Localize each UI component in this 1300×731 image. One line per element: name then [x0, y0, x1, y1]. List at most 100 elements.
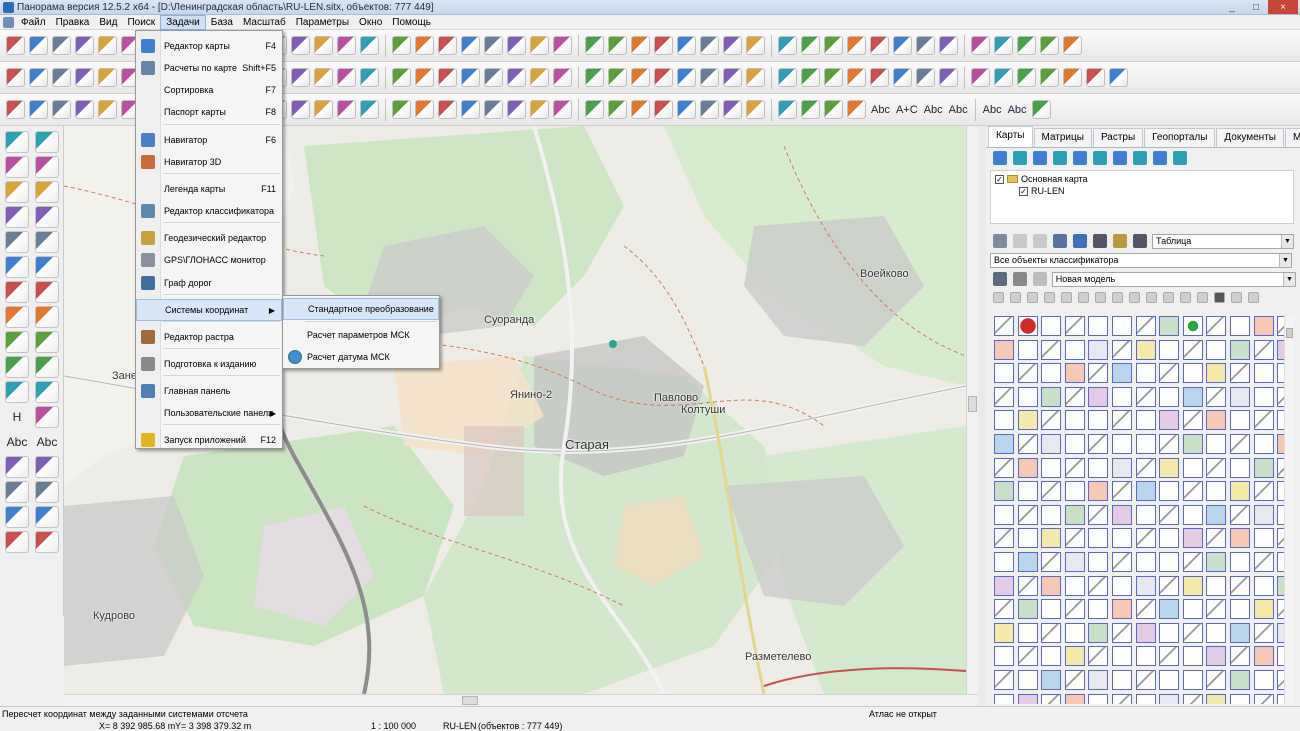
classifier-symbol[interactable] — [1253, 386, 1274, 407]
shape-tool-icon[interactable] — [778, 100, 797, 119]
classifier-symbol[interactable] — [1206, 481, 1227, 502]
main-tool-icon[interactable] — [677, 36, 696, 55]
tasks-menu-item[interactable]: Редактор классификатора — [136, 200, 282, 222]
classifier-symbol[interactable] — [1182, 339, 1203, 360]
classifier-symbol[interactable] — [1135, 575, 1156, 596]
left-tool-icon[interactable] — [5, 331, 29, 353]
menu-view[interactable]: Вид — [94, 15, 122, 30]
menu-help[interactable]: Помощь — [387, 15, 436, 30]
classifier-symbol[interactable] — [1017, 670, 1038, 690]
left-tool-icon[interactable] — [5, 306, 29, 328]
classifier-symbol[interactable] — [1135, 504, 1156, 525]
filter-icon[interactable] — [1013, 234, 1027, 248]
classifier-symbol[interactable] — [1041, 528, 1062, 549]
main-tool-icon[interactable] — [870, 36, 889, 55]
edit-tool-icon[interactable] — [553, 68, 572, 87]
main-tool-icon[interactable] — [98, 36, 117, 55]
menu-edit[interactable]: Правка — [51, 15, 95, 30]
left-tool-icon[interactable] — [35, 281, 59, 303]
classifier-symbol[interactable] — [1112, 504, 1132, 525]
classifier-symbol[interactable] — [1088, 575, 1109, 596]
classifier-symbol[interactable] — [994, 481, 1014, 502]
classifier-symbol[interactable] — [994, 552, 1014, 572]
shape-filter-icon[interactable] — [1248, 291, 1259, 303]
tasks-menu-item[interactable]: Редактор растра — [136, 326, 282, 348]
shape-tool-icon[interactable] — [337, 100, 356, 119]
panel-tool-icon[interactable] — [1153, 151, 1167, 165]
copy-icon[interactable] — [1053, 234, 1067, 248]
shape-tool-icon[interactable] — [52, 100, 71, 119]
layers-icon[interactable] — [993, 234, 1007, 248]
shape-filter-icon[interactable] — [1078, 291, 1089, 303]
panel-tool-icon[interactable] — [1113, 151, 1127, 165]
shape-text-tool[interactable]: Abc — [983, 104, 1002, 116]
shape-tool-icon[interactable] — [723, 100, 742, 119]
edit-tool-icon[interactable] — [700, 68, 719, 87]
edit-tool-icon[interactable] — [530, 68, 549, 87]
left-tool-icon[interactable] — [5, 281, 29, 303]
left-tool-icon[interactable] — [5, 181, 29, 203]
shape-tool-icon[interactable] — [392, 100, 411, 119]
classifier-symbol[interactable] — [1253, 622, 1274, 643]
classifier-symbol[interactable] — [1206, 599, 1227, 620]
edit-tool-icon[interactable] — [484, 68, 503, 87]
classifier-symbol[interactable] — [1182, 646, 1203, 667]
classifier-symbol[interactable] — [1230, 599, 1250, 620]
coordinate-menu-item[interactable]: Расчет параметров МСК — [283, 324, 439, 346]
main-tool-icon[interactable] — [893, 36, 912, 55]
main-tool-icon[interactable] — [415, 36, 434, 55]
classifier-symbol[interactable] — [1206, 386, 1227, 407]
classifier-symbol[interactable] — [1206, 434, 1227, 454]
tree-item-ru-len[interactable]: ✓ RU-LEN — [1019, 186, 1065, 196]
tasks-menu-item[interactable]: Расчеты по карте Shift+F5 — [136, 57, 282, 79]
main-tool-icon[interactable] — [530, 36, 549, 55]
classifier-symbol[interactable] — [1088, 504, 1109, 525]
classifier-symbol[interactable] — [1017, 575, 1038, 596]
shape-text-tool[interactable]: A+C — [896, 104, 918, 116]
classifier-symbol[interactable] — [1041, 481, 1062, 502]
left-tool-icon[interactable] — [5, 206, 29, 228]
tasks-menu-item[interactable]: Геодезический редактор — [136, 227, 282, 249]
classifier-symbol[interactable] — [1017, 528, 1038, 549]
classifier-symbol[interactable] — [1064, 693, 1085, 704]
menu-file[interactable]: Файл — [16, 15, 51, 30]
classifier-symbol[interactable] — [1112, 434, 1132, 454]
classifier-symbol[interactable] — [1088, 339, 1109, 360]
edit-tool-icon[interactable] — [608, 68, 627, 87]
main-tool-icon[interactable] — [847, 36, 866, 55]
main-tool-icon[interactable] — [971, 36, 990, 55]
menu-search[interactable]: Поиск — [122, 15, 160, 30]
classifier-symbol[interactable] — [994, 434, 1014, 454]
classifier-symbol[interactable] — [1182, 386, 1203, 407]
classifier-symbol[interactable] — [1135, 457, 1156, 478]
shape-tool-icon[interactable] — [291, 100, 310, 119]
classifier-symbol[interactable] — [1088, 670, 1109, 690]
classifier-symbol[interactable] — [1064, 622, 1085, 643]
classifier-symbol[interactable] — [1088, 693, 1109, 704]
shape-filter-icon[interactable] — [1010, 291, 1021, 303]
tasks-menu-item[interactable]: Системы координат ▶ — [136, 299, 282, 321]
classifier-symbol[interactable] — [1159, 646, 1180, 667]
edit-tool-icon[interactable] — [461, 68, 480, 87]
shape-filter-icon[interactable] — [1146, 291, 1157, 303]
classifier-symbol[interactable] — [1112, 363, 1132, 384]
classifier-symbol[interactable] — [1253, 670, 1274, 690]
classifier-symbol[interactable] — [1135, 528, 1156, 549]
classifier-symbol[interactable] — [1017, 646, 1038, 667]
main-tool-icon[interactable] — [360, 36, 379, 55]
classifier-symbol[interactable] — [1112, 386, 1132, 407]
classifier-symbol[interactable] — [1230, 386, 1250, 407]
left-text-tool[interactable]: Abc — [5, 431, 29, 453]
main-tool-icon[interactable] — [801, 36, 820, 55]
classifier-symbol[interactable] — [1159, 316, 1180, 336]
classifier-symbol[interactable] — [1064, 363, 1085, 384]
classifier-symbol[interactable] — [1112, 316, 1132, 336]
main-tool-icon[interactable] — [824, 36, 843, 55]
classifier-symbol[interactable] — [1182, 410, 1203, 431]
tab-documents[interactable]: Документы — [1216, 128, 1284, 147]
shape-text-tool[interactable]: Abc — [949, 104, 968, 116]
classifier-symbol[interactable] — [1064, 575, 1085, 596]
shape-tool-icon[interactable] — [746, 100, 765, 119]
classifier-symbol[interactable] — [1064, 646, 1085, 667]
shape-tool-icon[interactable] — [484, 100, 503, 119]
